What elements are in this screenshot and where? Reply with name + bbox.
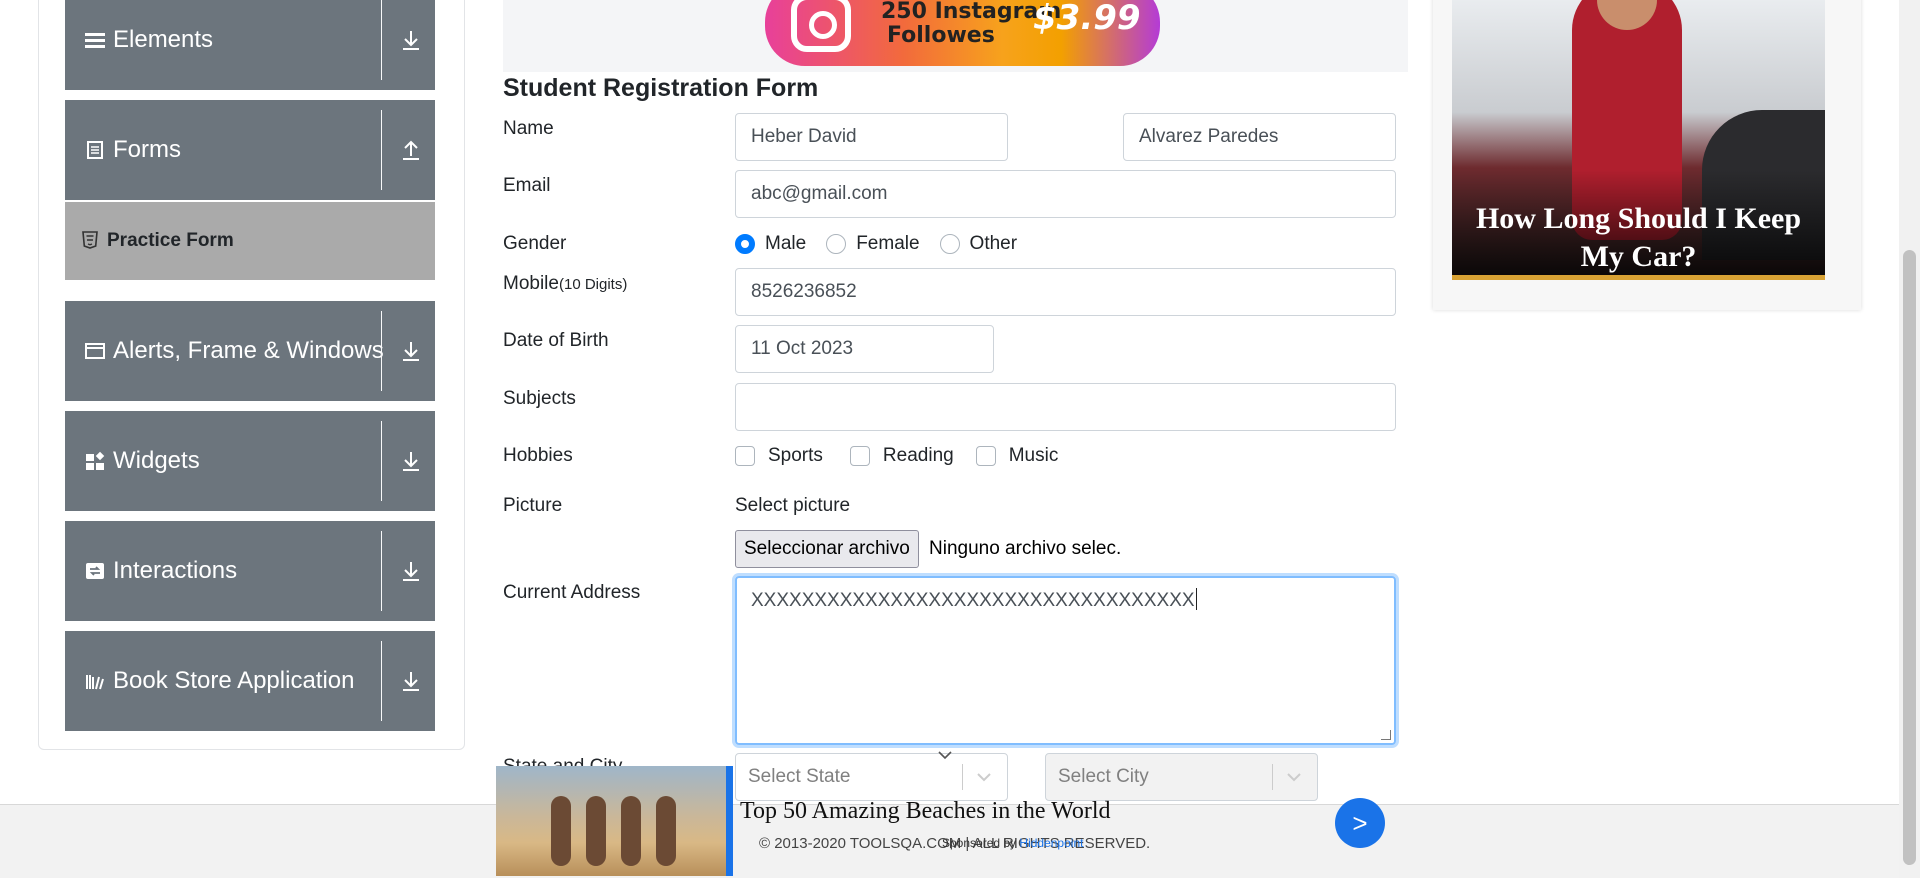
sidebar-group-label: Book Store Application	[113, 667, 355, 694]
current-address-label: Current Address	[503, 582, 641, 603]
select-picture-label: Select picture	[735, 495, 851, 516]
sidebar-group-label: Interactions	[113, 557, 238, 584]
mobile-label-text: Mobile	[503, 273, 559, 294]
sidebar-item-label: Practice Form	[107, 230, 234, 251]
last-name-input[interactable]: Alvarez Paredes	[1123, 113, 1396, 161]
subjects-input[interactable]	[735, 383, 1396, 431]
date-of-birth-input[interactable]: 11 Oct 2023	[735, 325, 994, 373]
picture-label: Picture	[503, 495, 563, 516]
side-ad[interactable]: How Long Should I Keep My Car?	[1433, 0, 1861, 310]
address-value: XXXXXXXXXXXXXXXXXXXXXXXXXXXXXXXXXXX	[751, 590, 1195, 611]
divider	[381, 421, 382, 501]
divider	[381, 110, 382, 190]
ad-image: How Long Should I Keep My Car?	[1452, 0, 1825, 280]
gender-option-label[interactable]: Female	[856, 233, 919, 255]
text-caret	[1195, 588, 1197, 610]
html5-icon	[82, 231, 98, 249]
gender-radio-male[interactable]	[735, 234, 755, 254]
ad-accent-bar	[726, 766, 733, 876]
file-status: Ninguno archivo selec.	[929, 538, 1122, 559]
download-arrow-icon	[403, 342, 419, 361]
subjects-label: Subjects	[503, 388, 576, 409]
books-icon	[86, 675, 104, 690]
bottom-ad[interactable]: Top 50 Amazing Beaches in the World Spon…	[496, 766, 1396, 878]
hobby-label[interactable]: Reading	[883, 445, 954, 467]
chevron-down-icon[interactable]	[936, 748, 954, 762]
gender-radio-other[interactable]	[939, 234, 960, 254]
scrollbar-thumb[interactable]	[1903, 250, 1916, 865]
ad-strip	[1452, 275, 1825, 280]
sidebar-group-label: Elements	[113, 26, 214, 53]
choose-file-button[interactable]: Seleccionar archivo	[735, 530, 919, 568]
divider	[381, 311, 382, 391]
beach-image	[496, 766, 726, 876]
hobby-checkbox-music[interactable]	[975, 446, 996, 466]
ad-caption-line2: My Car?	[1580, 240, 1697, 273]
document-icon	[87, 141, 103, 159]
sidebar-group-forms[interactable]: Forms	[65, 100, 435, 200]
gender-option-label[interactable]: Other	[970, 233, 1018, 255]
sidebar-group-interactions[interactable]: Interactions	[65, 521, 435, 621]
beach-person-shape	[621, 796, 641, 866]
sidebar-group-label: Alerts, Frame & Windows	[113, 337, 384, 364]
widgets-icon	[86, 451, 105, 470]
ad-go-button[interactable]: >	[1335, 798, 1385, 848]
beach-person-shape	[656, 796, 676, 866]
ad-sponsor-name[interactable]: Hiddenpoint	[1019, 836, 1083, 850]
divider	[381, 0, 382, 80]
sidebar-group-book-store[interactable]: Book Store Application	[65, 631, 435, 731]
current-address-textarea[interactable]: XXXXXXXXXXXXXXXXXXXXXXXXXXXXXXXXXXX	[735, 576, 1396, 745]
gender-radio-group: Male Female Other	[735, 233, 1037, 255]
hobby-label[interactable]: Music	[1009, 445, 1059, 467]
window-icon	[85, 343, 105, 359]
list-icon	[85, 33, 105, 48]
hobby-checkbox-sports[interactable]	[735, 446, 755, 466]
ad-title[interactable]: Top 50 Amazing Beaches in the World	[740, 798, 1111, 825]
ad-caption: How Long Should I Keep My Car?	[1452, 200, 1825, 276]
email-input[interactable]: abc@gmail.com	[735, 170, 1396, 218]
top-banner-ad[interactable]: 250 Instagram Followes $3.99	[503, 0, 1408, 72]
sidebar-item-practice-form[interactable]: Practice Form	[65, 202, 435, 280]
divider	[381, 531, 382, 611]
mobile-label: Mobile(10 Digits)	[503, 273, 627, 295]
first-name-input[interactable]: Heber David	[735, 113, 1008, 161]
name-label: Name	[503, 118, 554, 139]
resize-grip[interactable]	[1381, 730, 1391, 740]
hobby-checkbox-reading[interactable]	[849, 446, 870, 466]
download-arrow-icon	[403, 31, 419, 50]
page: Elements Forms Practice Form Alerts, Fra…	[0, 0, 1920, 878]
email-label: Email	[503, 175, 551, 196]
mobile-input[interactable]: 8526236852	[735, 268, 1396, 316]
hobbies-label: Hobbies	[503, 445, 573, 466]
beach-person-shape	[551, 796, 571, 866]
gender-label: Gender	[503, 233, 567, 254]
gender-option-label[interactable]: Male	[765, 233, 806, 255]
beach-person-shape	[586, 796, 606, 866]
download-arrow-icon	[403, 562, 419, 581]
download-arrow-icon	[403, 452, 419, 471]
ad-sponsor: Sponsored by Hiddenpoint	[942, 836, 1083, 850]
ad-caption-line1: How Long Should I Keep	[1475, 202, 1802, 235]
divider	[381, 641, 382, 721]
sidebar-group-label: Widgets	[113, 447, 200, 474]
sidebar-group-alerts[interactable]: Alerts, Frame & Windows	[65, 301, 435, 401]
mobile-hint: (10 Digits)	[558, 276, 628, 293]
interactions-icon	[86, 563, 104, 579]
sidebar-group-label: Forms	[113, 136, 181, 163]
instagram-icon	[791, 0, 851, 52]
hobby-label[interactable]: Sports	[768, 445, 823, 467]
sidebar-group-elements[interactable]: Elements	[65, 0, 435, 90]
dob-label: Date of Birth	[503, 330, 609, 351]
ad-sponsor-prefix: Sponsored by	[942, 836, 1017, 850]
page-title: Student Registration Form	[503, 74, 819, 102]
hobbies-checkbox-group: Sports Reading Music	[735, 445, 1078, 467]
banner-pill: 250 Instagram Followes $3.99	[765, 0, 1160, 66]
banner-price: $3.99	[1033, 0, 1141, 38]
upload-arrow-icon	[403, 140, 419, 160]
sidebar-group-widgets[interactable]: Widgets	[65, 411, 435, 511]
scrollbar[interactable]	[1899, 0, 1920, 878]
download-arrow-icon	[403, 672, 419, 691]
gender-radio-female[interactable]	[826, 234, 847, 254]
